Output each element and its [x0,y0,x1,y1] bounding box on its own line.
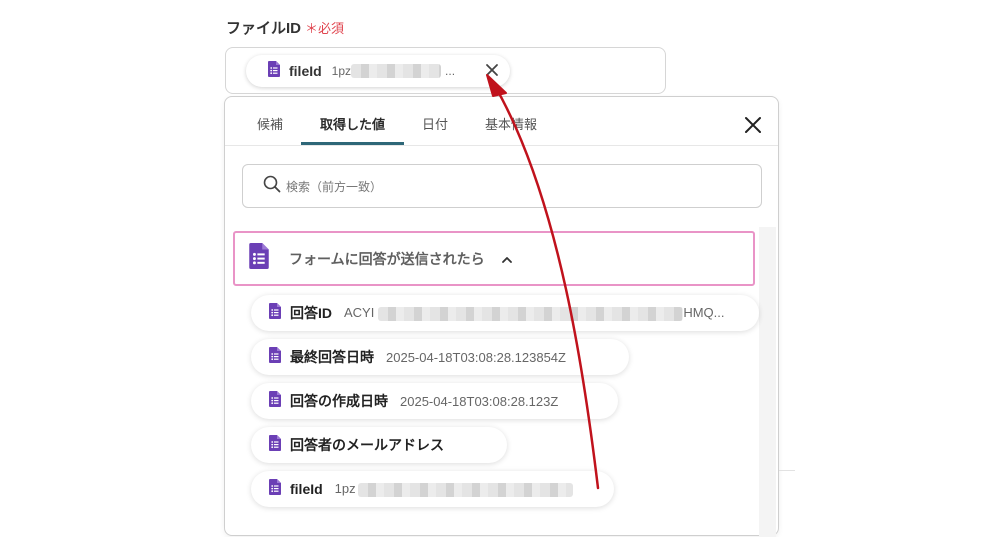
chip-ellipsis: ... [445,64,456,78]
value-picker-dropdown: 候補 取得した値 日付 基本情報 検索（前方一致） フォームに回答が送信されたら… [224,96,779,537]
tab-bar: 候補 取得した値 日付 基本情報 [225,97,778,146]
item-name: 回答者のメールアドレス [290,437,444,453]
active-tab-indicator [301,142,404,145]
chevron-up-icon [501,253,513,265]
google-forms-icon [269,434,281,456]
google-forms-icon [269,390,281,412]
trigger-group-header[interactable]: フォームに回答が送信されたら [233,231,755,286]
required-mark: ＊ [305,21,319,36]
chip-value: 1pz [331,63,442,79]
list-item[interactable]: 回答ID ACYI HMQ... [251,295,759,331]
field-label-text: ファイルID [226,20,302,37]
chip-value-prefix: 1pz [331,63,352,78]
google-forms-icon [269,346,281,368]
close-icon[interactable] [483,61,501,79]
list-item[interactable]: 最終回答日時 2025-04-18T03:08:28.123854Z [251,339,629,375]
list-item[interactable]: 回答の作成日時 2025-04-18T03:08:28.123Z [251,383,618,419]
item-value-prefix: ACYI [344,305,375,321]
field-label: ファイルID ＊必須 [226,17,344,38]
item-value: 1pz [335,481,573,497]
group-label: フォームに回答が送信されたら [289,250,485,267]
google-forms-icon [249,243,269,274]
item-name: 最終回答日時 [290,349,374,365]
search-icon [263,175,281,198]
item-value: 2025-04-18T03:08:28.123Z [400,393,559,409]
selected-value-chip[interactable]: fileId 1pz ... [246,55,510,87]
close-icon[interactable] [742,114,764,136]
redacted-value [378,306,684,321]
redacted-value [357,482,573,497]
google-forms-icon [268,60,280,82]
item-name: 回答の作成日時 [290,393,388,409]
item-name: 回答ID [290,305,332,321]
google-forms-icon [269,478,281,500]
item-name: fileId [290,481,323,497]
tab-acquired-values[interactable]: 取得した値 [320,114,385,133]
search-placeholder: 検索（前方一致） [286,179,383,194]
list-item[interactable]: 回答者のメールアドレス [251,427,507,463]
google-forms-icon [269,302,281,324]
item-value: ACYI HMQ... [344,305,725,321]
search-input[interactable]: 検索（前方一致） [242,164,762,208]
chip-name: fileId [289,63,322,79]
item-value-prefix: 1pz [334,481,356,497]
item-value-suffix: HMQ... [683,305,725,321]
divider [779,470,795,471]
item-value: 2025-04-18T03:08:28.123854Z [386,349,566,365]
tab-candidates[interactable]: 候補 [257,114,283,133]
scrollbar[interactable] [759,227,776,537]
redacted-value [351,64,442,79]
list-item[interactable]: fileId 1pz [251,471,614,507]
required-text: 必須 [318,21,345,36]
tab-basic-info[interactable]: 基本情報 [485,114,537,133]
required-indicator: ＊必須 [305,21,344,36]
tab-date[interactable]: 日付 [422,114,448,133]
